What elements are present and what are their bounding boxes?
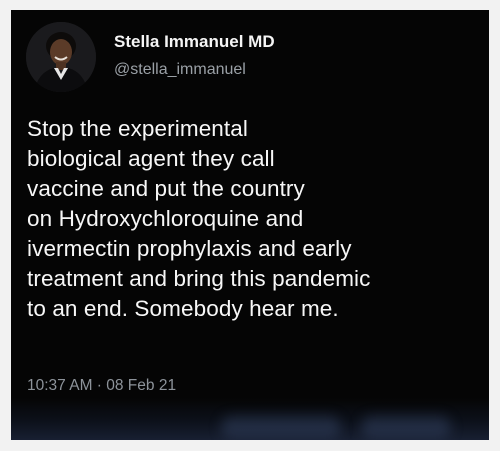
tweet-text-line: ivermectin prophylaxis and early (27, 236, 352, 261)
tweet-timestamp[interactable]: 10:37 AM · 08 Feb 21 (27, 377, 176, 395)
tweet-text-line: to an end. Somebody hear me. (27, 296, 339, 321)
glow-blob (361, 416, 451, 438)
screenshot-frame: Stella Immanuel MD @stella_immanuel Stop… (0, 0, 500, 451)
tweet-text-line: biological agent they call (27, 146, 275, 171)
tweet-text-line: Stop the experimental (27, 116, 248, 141)
avatar[interactable] (26, 22, 96, 92)
tweet-text-line: vaccine and put the country (27, 176, 305, 201)
tweet-text-line: treatment and bring this pandemic (27, 266, 371, 291)
tweet-text: Stop the experimental biological agent t… (27, 114, 485, 324)
glow-blob (221, 416, 341, 438)
profile-photo-icon (26, 22, 96, 92)
bottom-shadow (11, 398, 489, 440)
display-name[interactable]: Stella Immanuel MD (114, 32, 275, 52)
tweet-text-line: on Hydroxychloroquine and (27, 206, 304, 231)
user-handle[interactable]: @stella_immanuel (114, 61, 246, 79)
tweet-card: Stella Immanuel MD @stella_immanuel Stop… (11, 10, 489, 440)
